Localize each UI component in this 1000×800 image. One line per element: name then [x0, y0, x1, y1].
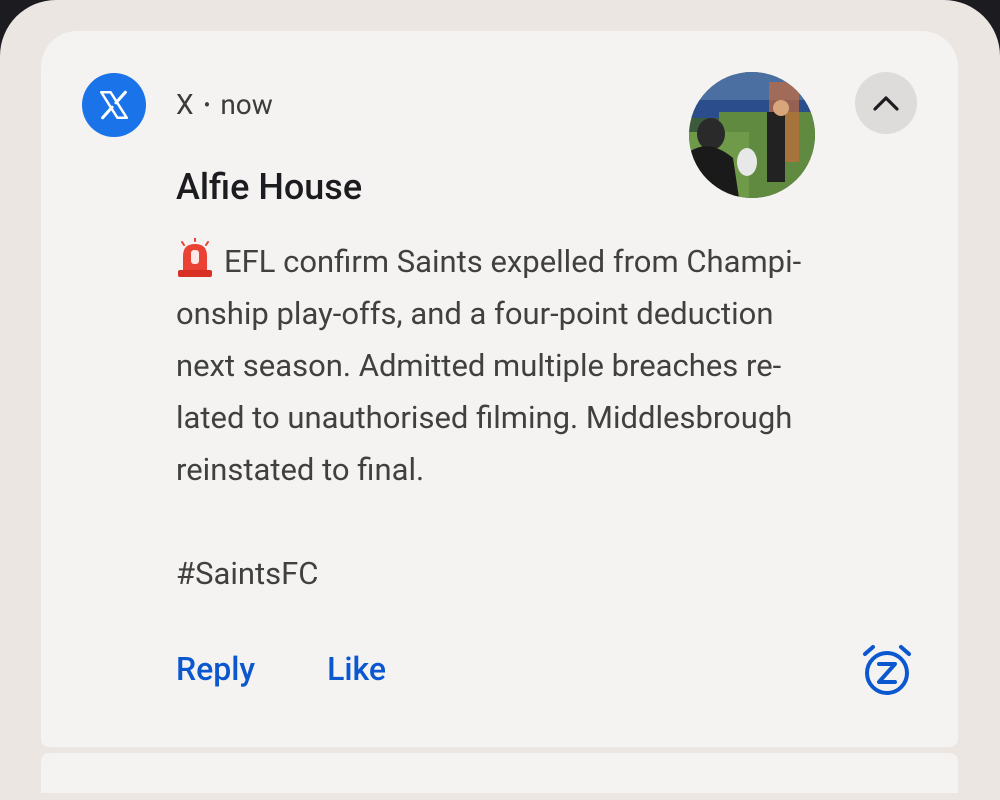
like-button[interactable]: Like	[327, 650, 386, 688]
reply-button[interactable]: Reply	[176, 650, 255, 688]
notification-title: Alfie House	[176, 166, 363, 208]
x-logo-icon	[82, 73, 146, 137]
body-line-blank	[176, 496, 916, 548]
body-line: EFL confirm Saints expelled from Champi-	[176, 236, 916, 288]
body-line-1: EFL confirm Saints expelled from Champi-	[224, 243, 802, 280]
notification-body: EFL confirm Saints expelled from Champi-…	[176, 236, 916, 600]
body-line-5: reinstated to final.	[176, 451, 425, 488]
hashtag[interactable]: #SaintsFC	[176, 548, 916, 600]
collapse-button[interactable]	[855, 72, 917, 134]
header-separator: •	[203, 92, 211, 117]
body-line-3: next season. Admitted multiple breaches …	[176, 347, 782, 384]
siren-icon	[178, 238, 212, 277]
body-line-2: onship play-offs, and a four-point deduc…	[176, 295, 774, 332]
chevron-up-icon	[873, 96, 899, 111]
snooze-alarm-icon	[863, 645, 911, 695]
app-name: X	[176, 88, 194, 121]
snooze-button[interactable]	[857, 640, 917, 700]
notification-actions: Reply Like	[176, 650, 386, 688]
sender-avatar	[689, 72, 815, 198]
body-line-4: lated to unauthorised filming. Middlesbr…	[176, 399, 793, 436]
next-notification-card[interactable]	[41, 753, 958, 793]
notification-header: X • now	[176, 88, 273, 121]
notification-time: now	[220, 88, 273, 121]
